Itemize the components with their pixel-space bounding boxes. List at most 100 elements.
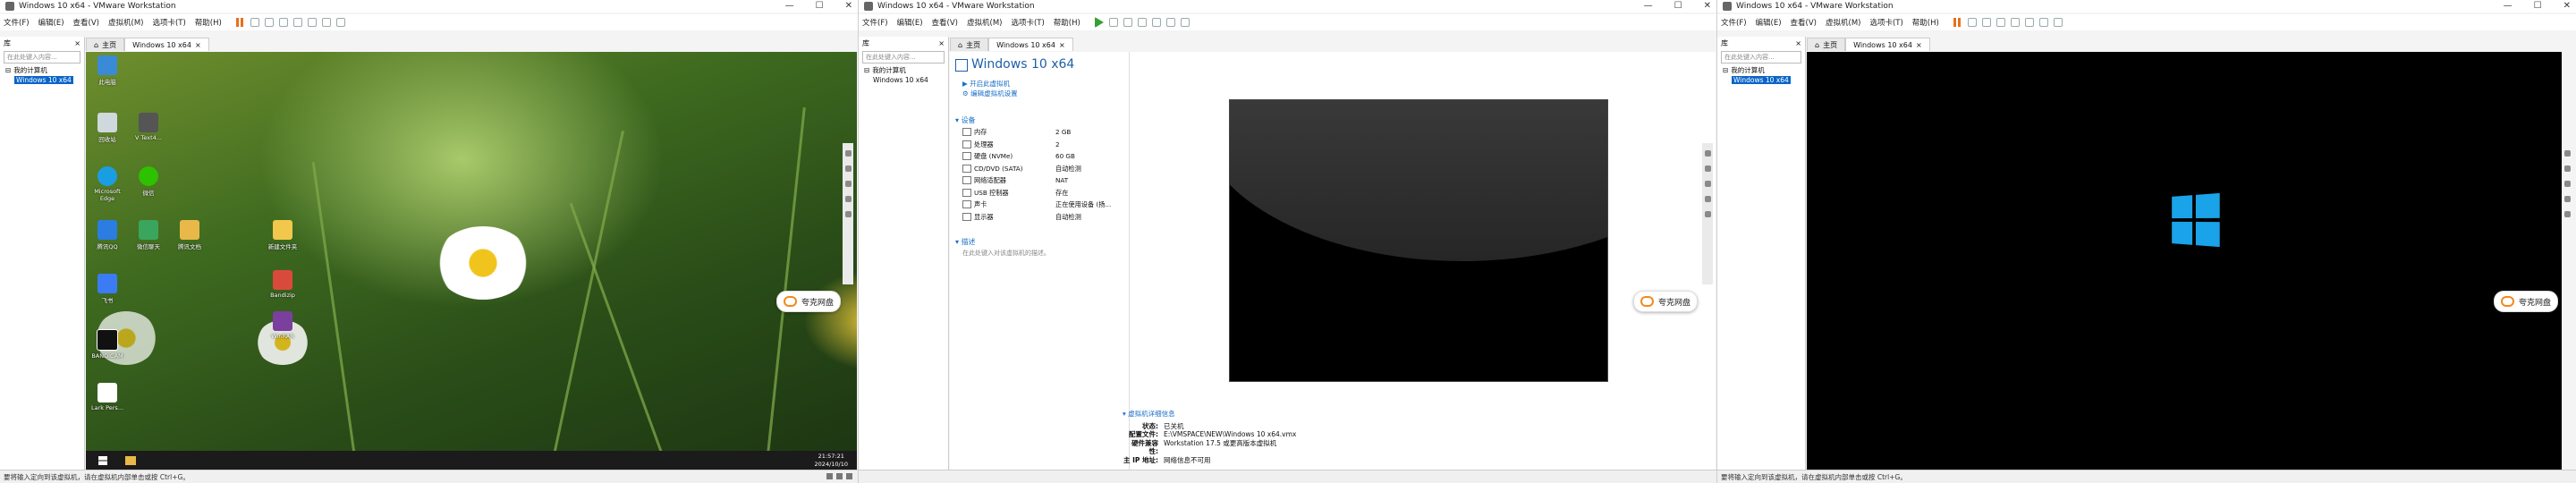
pause-icon[interactable] <box>235 18 245 27</box>
minimize-button[interactable]: — <box>2504 1 2512 11</box>
close-button[interactable]: ✕ <box>2563 1 2571 11</box>
desktop-icon-wechat[interactable]: 微信 <box>131 166 166 197</box>
library-close-button[interactable]: × <box>74 39 80 47</box>
device-row[interactable]: 显示器 自动检测 <box>962 211 1111 224</box>
menu-tabs[interactable]: 选项卡(T) <box>1869 17 1902 28</box>
desktop-icon-folder[interactable]: 新建文件夹 <box>265 220 301 250</box>
desktop-icon-bandicam[interactable]: BANDICAM <box>89 329 125 360</box>
menu-view[interactable]: 查看(V) <box>1791 17 1817 28</box>
devices-header[interactable]: ▾ 设备 <box>955 115 976 125</box>
menu-file[interactable]: 文件(F) <box>1721 17 1747 28</box>
menu-help[interactable]: 帮助(H) <box>195 17 222 28</box>
details-header[interactable]: ▾ 虚拟机详细信息 <box>1123 410 1296 419</box>
library-view-icon[interactable] <box>1151 18 1161 27</box>
menu-view[interactable]: 查看(V) <box>932 17 958 28</box>
desktop-icon-lark[interactable]: Lark Pers... <box>89 383 125 411</box>
quark-cloud-widget[interactable]: 夸克网盘 <box>1633 291 1699 312</box>
library-view-icon[interactable] <box>292 18 302 27</box>
library-search-input[interactable]: 在此处键入内容... <box>862 51 945 64</box>
close-button[interactable]: ✕ <box>845 1 852 11</box>
desktop-icon-docs[interactable]: 腾讯文档 <box>172 220 208 250</box>
device-row[interactable]: 处理器 2 <box>962 139 1111 151</box>
desktop-icon-edge[interactable]: Microsoft Edge <box>89 166 125 202</box>
menu-help[interactable]: 帮助(H) <box>1054 17 1080 28</box>
menu-vm[interactable]: 虚拟机(M) <box>108 17 143 28</box>
menu-help[interactable]: 帮助(H) <box>1912 17 1939 28</box>
revert-snapshot-icon[interactable] <box>1123 18 1132 27</box>
description-header[interactable]: ▾ 描述 <box>955 237 976 247</box>
network-icon[interactable] <box>2563 150 2571 157</box>
thumbnail-view-icon[interactable] <box>2024 18 2034 27</box>
menu-edit[interactable]: 编辑(E) <box>38 17 64 28</box>
tree-node-my-computer[interactable]: ⊟ 我的计算机 <box>5 65 84 75</box>
menu-edit[interactable]: 编辑(E) <box>897 17 923 28</box>
disk-icon[interactable] <box>1704 165 1711 172</box>
edit-settings-link[interactable]: ⚙ 编辑虚拟机设置 <box>962 89 1018 98</box>
disk-icon[interactable] <box>844 165 852 172</box>
tree-node-vm[interactable]: Windows 10 x64 <box>5 75 84 85</box>
device-row[interactable]: 硬盘 (NVMe) 60 GB <box>962 150 1111 163</box>
desktop-icon-qq[interactable]: 腾讯QQ <box>89 220 125 250</box>
quark-cloud-widget[interactable]: 夸克网盘 <box>2494 291 2559 312</box>
maximize-button[interactable]: ☐ <box>816 1 824 11</box>
desktop-icon-wechat-chat[interactable]: 微信聊天 <box>131 220 166 250</box>
menu-view[interactable]: 查看(V) <box>73 17 99 28</box>
menu-vm[interactable]: 虚拟机(M) <box>967 17 1002 28</box>
library-view-icon[interactable] <box>2010 18 2020 27</box>
minimize-button[interactable]: — <box>785 1 794 11</box>
maximize-button[interactable]: ☐ <box>2534 1 2542 11</box>
manage-snapshots-icon[interactable] <box>1137 18 1147 27</box>
snapshot-icon[interactable] <box>1108 18 1118 27</box>
unity-icon[interactable] <box>335 18 345 27</box>
device-row[interactable]: CD/DVD (SATA) 自动检测 <box>962 163 1111 175</box>
menu-tabs[interactable]: 选项卡(T) <box>1011 17 1044 28</box>
sound-icon[interactable] <box>1704 196 1711 202</box>
minimize-button[interactable]: — <box>1644 1 1653 11</box>
tab-home[interactable]: ⌂ 主页 <box>1807 38 1846 51</box>
disk-icon[interactable] <box>2563 165 2571 172</box>
vm-preview-thumbnail[interactable] <box>1229 99 1608 382</box>
tab-home[interactable]: ⌂ 主页 <box>950 38 989 51</box>
revert-snapshot-icon[interactable] <box>1981 18 1991 27</box>
revert-snapshot-icon[interactable] <box>264 18 274 27</box>
usb-icon[interactable] <box>2563 181 2571 187</box>
tab-vm[interactable]: Windows 10 x64 × <box>1845 38 1930 51</box>
usb-icon[interactable] <box>1704 181 1711 187</box>
file-explorer-icon[interactable] <box>125 456 136 465</box>
display-icon[interactable] <box>844 211 852 217</box>
library-close-button[interactable]: × <box>1795 39 1801 47</box>
power-on-link[interactable]: ▶ 开启此虚拟机 <box>962 79 1018 89</box>
tab-vm[interactable]: Windows 10 x64 × <box>124 38 209 51</box>
menu-tabs[interactable]: 选项卡(T) <box>152 17 185 28</box>
desktop-icon-winrar[interactable]: WinRAR <box>265 311 301 340</box>
guest-desktop[interactable]: 此电脑 回收站 Microsoft Edge 腾讯QQ 飞书 微信 BANDIC… <box>86 52 857 470</box>
network-icon[interactable] <box>1704 150 1711 157</box>
desktop-icon-recycle-bin[interactable]: 回收站 <box>89 113 125 143</box>
sound-icon[interactable] <box>844 196 852 202</box>
status-hdd-icon[interactable] <box>826 473 833 479</box>
device-row[interactable]: USB 控制器 存在 <box>962 187 1111 199</box>
unity-icon[interactable] <box>2053 18 2063 27</box>
sound-icon[interactable] <box>2563 196 2571 202</box>
manage-snapshots-icon[interactable] <box>1996 18 2005 27</box>
tree-node-vm[interactable]: Windows 10 x64 <box>864 75 948 85</box>
device-row[interactable]: 内存 2 GB <box>962 126 1111 139</box>
status-net-icon[interactable] <box>836 473 843 479</box>
library-search-input[interactable]: 在此处键入内容... <box>4 51 80 64</box>
display-icon[interactable] <box>1704 211 1711 217</box>
menu-file[interactable]: 文件(F) <box>862 17 888 28</box>
tree-node-my-computer[interactable]: ⊟ 我的计算机 <box>864 65 948 75</box>
manage-snapshots-icon[interactable] <box>278 18 288 27</box>
power-on-icon[interactable] <box>1094 17 1104 28</box>
desktop-icon-vtext[interactable]: V Text4... <box>131 113 166 141</box>
close-button[interactable]: ✕ <box>1704 1 1711 11</box>
fullscreen-icon[interactable] <box>321 18 331 27</box>
desktop-icon-bandizip[interactable]: Bandizip <box>265 270 301 299</box>
pause-icon[interactable] <box>1953 18 1962 27</box>
start-icon[interactable] <box>98 456 107 465</box>
library-search-input[interactable]: 在此处键入内容... <box>1721 51 1801 64</box>
fullscreen-icon[interactable] <box>1180 18 1190 27</box>
library-close-button[interactable]: × <box>938 39 945 47</box>
tree-node-my-computer[interactable]: ⊟ 我的计算机 <box>1723 65 1805 75</box>
network-icon[interactable] <box>844 150 852 157</box>
